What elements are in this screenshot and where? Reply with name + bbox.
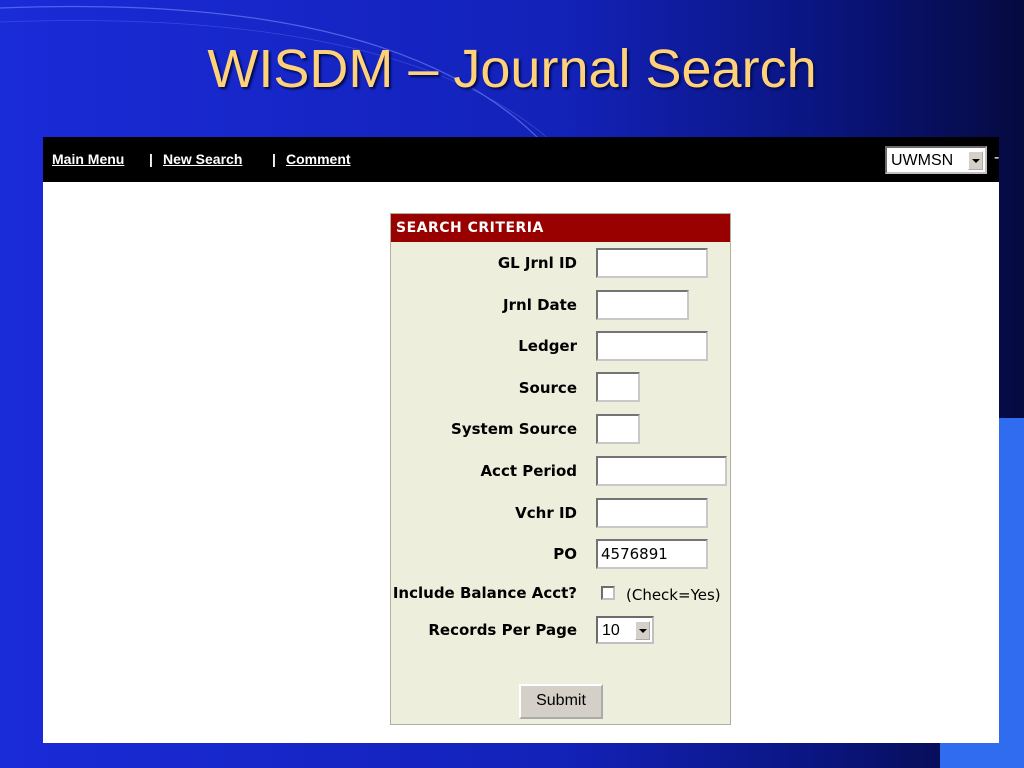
app-screenshot: Main Menu | New Search | Comment UWMSN -… — [43, 137, 999, 743]
main-menu-link[interactable]: Main Menu — [52, 151, 124, 167]
gl-jrnl-id-input[interactable] — [596, 248, 708, 278]
source-input[interactable] — [596, 372, 640, 402]
jrnl-date-input[interactable] — [596, 290, 689, 320]
ledger-label: Ledger — [518, 337, 577, 355]
institution-select[interactable]: UWMSN — [885, 146, 987, 174]
nav-trailing-text: - — [994, 149, 999, 166]
vchr-id-input[interactable] — [596, 498, 708, 528]
jrnl-date-label: Jrnl Date — [503, 296, 577, 314]
records-per-page-select[interactable]: 10 — [596, 616, 654, 644]
institution-select-value: UWMSN — [891, 152, 954, 169]
nav-separator: | — [149, 151, 153, 167]
records-per-page-value: 10 — [602, 622, 620, 639]
po-input[interactable]: 4576891 — [596, 539, 708, 569]
gl-jrnl-id-label: GL Jrnl ID — [497, 254, 577, 272]
acct-period-input[interactable] — [596, 456, 727, 486]
comment-link[interactable]: Comment — [286, 151, 351, 167]
search-criteria-panel: SEARCH CRITERIA GL Jrnl ID Jrnl Date Led… — [390, 213, 731, 725]
chevron-down-icon[interactable] — [635, 621, 650, 640]
source-label: Source — [518, 379, 577, 397]
vchr-id-label: Vchr ID — [515, 504, 577, 522]
records-per-page-label: Records Per Page — [428, 621, 577, 639]
submit-button[interactable]: Submit — [519, 684, 603, 719]
acct-period-label: Acct Period — [480, 462, 577, 480]
po-label: PO — [553, 545, 577, 563]
ledger-input[interactable] — [596, 331, 708, 361]
system-source-input[interactable] — [596, 414, 640, 444]
include-balance-hint: (Check=Yes) — [626, 586, 721, 604]
system-source-label: System Source — [451, 420, 577, 438]
search-criteria-header: SEARCH CRITERIA — [391, 214, 730, 242]
include-balance-label: Include Balance Acct? — [392, 584, 577, 602]
top-nav-bar: Main Menu | New Search | Comment UWMSN - — [43, 137, 999, 182]
nav-separator: | — [272, 151, 276, 167]
slide-title: WISDM – Journal Search — [207, 39, 817, 99]
new-search-link[interactable]: New Search — [163, 151, 242, 167]
include-balance-checkbox[interactable] — [601, 586, 615, 600]
chevron-down-icon[interactable] — [968, 151, 983, 170]
